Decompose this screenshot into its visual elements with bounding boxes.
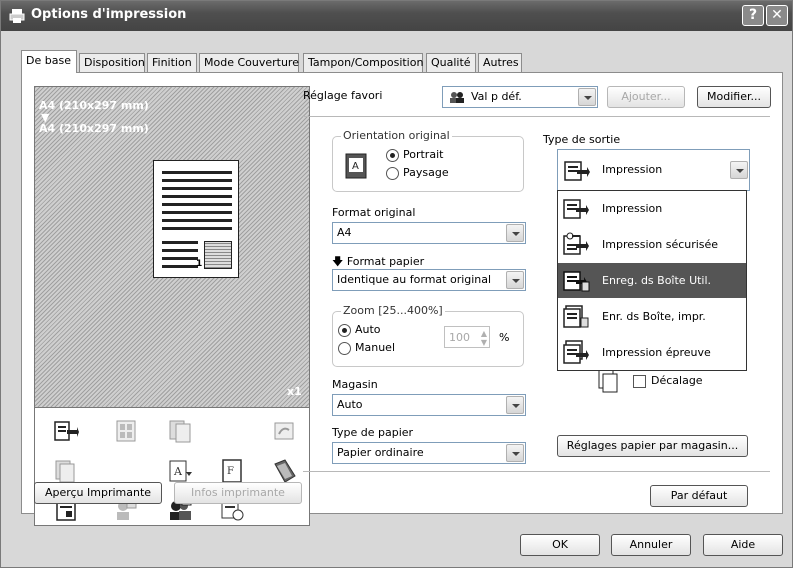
close-title-button[interactable]: ✕: [766, 5, 788, 26]
add-favorite-button[interactable]: Ajouter...: [607, 86, 685, 108]
zoom-group: Zoom [25...400%] Auto Manuel 100 ▲ ▼ %: [332, 304, 524, 367]
tab-disposition[interactable]: Disposition: [79, 53, 145, 72]
edit-favorite-button[interactable]: Modifier...: [697, 86, 771, 108]
output-type-select[interactable]: Impression: [557, 149, 750, 191]
print-options-window: Options d'impression ? ✕ De base Disposi…: [0, 0, 793, 568]
chevron-down-icon[interactable]: [506, 271, 524, 289]
chevron-down-icon[interactable]: [506, 444, 524, 462]
chevron-down-icon[interactable]: [506, 396, 524, 414]
duplex-icon[interactable]: [167, 418, 193, 444]
tab-qualite[interactable]: Qualité: [426, 53, 476, 72]
output-option-proof-print[interactable]: Impression épreuve: [558, 335, 746, 370]
output-option-save-box[interactable]: Enreg. ds Boîte Util.: [558, 263, 746, 298]
paper-type-label: Type de papier: [332, 426, 414, 439]
portrait-radio[interactable]: [386, 149, 399, 162]
tab-strip: De base Disposition Finition Mode Couver…: [1, 50, 792, 73]
window-title: Options d'impression: [31, 7, 187, 22]
paper-size-value: Identique au format original: [337, 273, 492, 286]
preview-paper-size-top: A4 (210x297 mm): [39, 99, 149, 112]
original-size-label: Format original: [332, 206, 416, 219]
original-size-select[interactable]: A4: [332, 222, 526, 244]
staple-icon[interactable]: [53, 458, 79, 484]
paper-tray-value: Auto: [337, 398, 363, 411]
chevron-down-icon[interactable]: [578, 88, 596, 106]
printer-info-button[interactable]: Infos imprimante: [174, 482, 302, 504]
tab-mode-couverture[interactable]: Mode Couverture: [199, 53, 299, 72]
booklet-icon[interactable]: [271, 458, 297, 484]
portrait-page-icon: A: [345, 153, 367, 179]
output-type-label: Type de sortie: [543, 133, 621, 146]
output-option-secure-print[interactable]: Impression sécurisée: [558, 227, 746, 262]
original-size-value: A4: [337, 226, 352, 239]
help-title-button[interactable]: ?: [742, 5, 764, 26]
output-option-save-box-print[interactable]: Enr. ds Boîte, impr.: [558, 299, 746, 334]
function-icon-panel: A F: [34, 408, 310, 526]
zoom-group-title: Zoom [25...400%]: [341, 304, 445, 317]
preview-page-number: 1: [196, 259, 203, 269]
zoom-manual-radio[interactable]: [338, 342, 351, 355]
output-option-impression[interactable]: Impression: [558, 191, 746, 226]
title-bar: Options d'impression ? ✕: [1, 1, 792, 31]
chevron-down-icon[interactable]: [506, 224, 524, 242]
landscape-radio[interactable]: [386, 167, 399, 180]
zoom-auto-radio[interactable]: [338, 324, 351, 337]
paper-type-select[interactable]: Papier ordinaire: [332, 442, 526, 464]
landscape-label[interactable]: Paysage: [403, 166, 449, 179]
printer-view-button[interactable]: Aperçu Imprimante: [34, 482, 162, 504]
save-to-box-icon: [563, 271, 590, 292]
save-and-print-icon: [563, 305, 589, 328]
offset-checkbox[interactable]: [633, 375, 646, 388]
text-stamp-icon[interactable]: A: [167, 458, 193, 484]
zoom-manual-label[interactable]: Manuel: [355, 341, 395, 354]
chevron-down-icon[interactable]: [730, 161, 748, 179]
orientation-group-title: Orientation original: [341, 129, 452, 142]
paper-size-select[interactable]: Identique au format original: [332, 269, 526, 291]
printer-app-icon: [9, 9, 25, 23]
rotate-icon[interactable]: [271, 418, 297, 444]
spinner-arrows-icon[interactable]: ▲ ▼: [481, 329, 487, 347]
svg-text:F: F: [227, 466, 234, 477]
secure-print-icon: [563, 232, 589, 255]
portrait-label[interactable]: Portrait: [403, 148, 443, 161]
paper-type-value: Papier ordinaire: [337, 446, 424, 459]
ok-button[interactable]: OK: [520, 534, 600, 556]
favorite-select[interactable]: Val p déf.: [442, 86, 598, 108]
preview-page: 1: [153, 160, 239, 278]
paper-tray-label: Magasin: [332, 378, 378, 391]
favorite-value: Val p déf.: [471, 90, 522, 103]
tab-tampon-composition[interactable]: Tampon/Composition: [303, 53, 423, 72]
offset-stack-icon: [598, 369, 618, 393]
tray-paper-settings-button[interactable]: Réglages papier par magasin...: [557, 435, 748, 457]
preview-image-block: [204, 241, 232, 269]
zoom-auto-label[interactable]: Auto: [355, 323, 381, 336]
proof-print-icon: [563, 340, 589, 364]
zoom-value-spinner[interactable]: 100 ▲ ▼: [444, 326, 490, 348]
print-preview: A4 (210x297 mm) ▼ A4 (210x297 mm) 1 x1: [34, 86, 310, 408]
print-output-icon: [564, 161, 590, 181]
orientation-group: Orientation original A Portrait Paysage: [332, 129, 524, 192]
down-arrow-icon: 🡇: [332, 255, 344, 268]
cancel-button[interactable]: Annuler: [611, 534, 691, 556]
paper-tray-select[interactable]: Auto: [332, 394, 526, 416]
default-button[interactable]: Par défaut: [650, 485, 748, 507]
svg-text:A: A: [173, 465, 183, 478]
favorite-label: Réglage favori: [303, 89, 383, 102]
output-type-value: Impression: [602, 163, 663, 176]
preview-copies: x1: [287, 385, 302, 398]
help-button[interactable]: Aide: [703, 534, 783, 556]
favorite-settings-icon: [450, 92, 464, 103]
form-overlay-icon[interactable]: F: [219, 458, 245, 484]
tab-finition[interactable]: Finition: [147, 53, 197, 72]
tab-autres[interactable]: Autres: [478, 53, 522, 72]
print-icon: [563, 199, 589, 219]
print-icon[interactable]: [53, 418, 79, 444]
offset-label[interactable]: Décalage: [651, 374, 703, 387]
svg-text:A: A: [352, 161, 359, 172]
tab-de-base[interactable]: De base: [21, 50, 77, 73]
zoom-unit: %: [499, 331, 510, 344]
combine-icon[interactable]: [113, 418, 139, 444]
output-type-dropdown-list: Impression Impression sécurisée Enreg. d…: [557, 190, 747, 371]
preview-paper-size-bottom: A4 (210x297 mm): [39, 122, 149, 135]
